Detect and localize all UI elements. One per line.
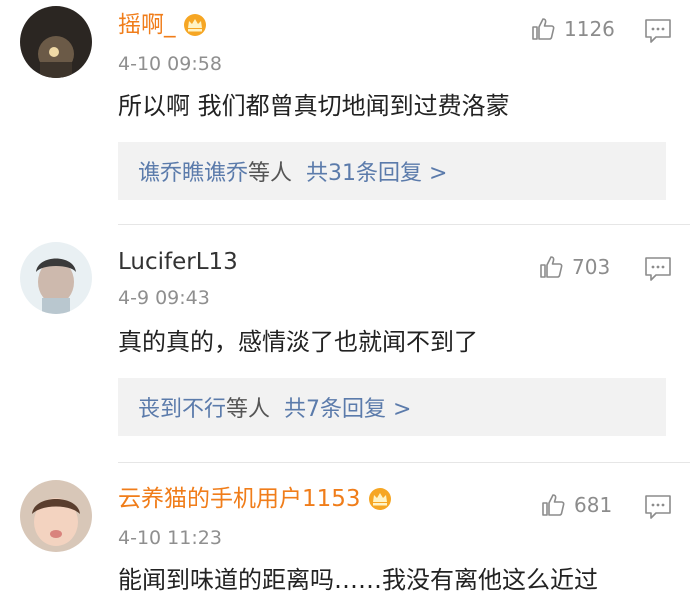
comment-bubble-icon [645,495,671,519]
comment-3: 云养猫的手机用户1153 4-10 11:23 681 能闻到味道的距离吗……我… [0,0,690,608]
username[interactable]: 云养猫的手机用户1153 [118,484,393,514]
timestamp: 4-10 11:23 [118,527,222,549]
crown-badge-icon [368,488,391,510]
avatar[interactable] [20,480,92,552]
thumbs-up-icon [542,494,565,516]
like-count: 681 [574,493,613,517]
like-button[interactable]: 681 [540,492,612,518]
comment-text: 能闻到味道的距离吗……我没有离他这么近过 [118,566,598,594]
reply-button[interactable] [644,494,672,520]
